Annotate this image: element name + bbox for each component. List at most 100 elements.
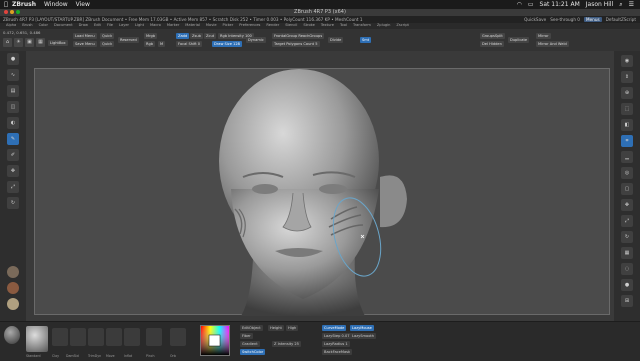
zoom-icon[interactable] [16,10,20,14]
stroke-thumbnail-icon[interactable]: ∿ [7,69,19,81]
floor-icon[interactable]: ▁ [621,151,633,163]
frame-icon[interactable]: ▢ [621,183,633,195]
move-icon[interactable]: ✥ [7,165,19,177]
frontal-group-button[interactable]: FrontalGroup ReachGroups [272,33,325,39]
save-menu-button[interactable]: Save Menu [73,41,97,47]
load-menu-button[interactable]: Load Menu [73,33,97,39]
light-icon[interactable]: ☀ [14,38,23,47]
lazy-radius-slider[interactable]: LazyRadius 1 [322,341,350,347]
default-zscript-button[interactable]: DefaultZScript [606,17,636,22]
apple-icon[interactable]:  [0,1,12,8]
mirror-button[interactable]: Mirror [536,33,551,39]
brush-thumbnail-icon[interactable]: ● [7,53,19,65]
color-palette-icon[interactable] [201,326,229,355]
menu-window[interactable]: Window [44,1,68,8]
bpr-icon[interactable]: ◉ [621,55,633,67]
scale-icon[interactable]: ⤢ [621,215,633,227]
search-icon[interactable]: ⌕ [619,1,622,9]
brush-slot-icon[interactable] [70,328,86,346]
local-icon[interactable]: ◎ [621,167,633,179]
draw-size-slider[interactable]: Draw Size 128 [212,41,242,47]
scroll-icon[interactable]: ⇕ [621,71,633,83]
draw-icon[interactable]: ✐ [7,149,19,161]
edit-object-button[interactable]: EditObject [240,325,263,331]
zcut-button[interactable]: Zcut [204,33,217,39]
back-face-mask-button[interactable]: BackFaceMask [322,349,353,355]
grid-icon[interactable]: ▦ [36,38,45,47]
brush-slot-icon[interactable] [88,328,104,346]
dynamic-button[interactable]: Dynamic [246,37,266,43]
persp-icon[interactable]: ⌗ [621,135,633,147]
rgb-button[interactable]: Rgb [144,41,156,47]
home-icon[interactable]: ⌂ [3,38,12,47]
transp-icon[interactable]: ◌ [621,263,633,275]
mirror-weld-button[interactable]: Mirror And Weld [536,41,569,47]
material-swatch-icon[interactable] [7,298,19,310]
document-canvas[interactable] [34,68,611,316]
brush-slot-icon[interactable] [146,328,162,346]
clock[interactable]: Sat 11:21 AM [540,1,580,8]
aahalf-icon[interactable]: ◧ [621,119,633,131]
quick-button[interactable]: Quick [100,33,115,39]
mrgb-button[interactable]: Mrgb [144,33,158,39]
brush-slot-icon[interactable] [124,328,140,346]
color-picker[interactable] [200,325,230,356]
sculpt-viewport[interactable] [35,69,611,316]
app-menu[interactable]: ZBrush [12,1,36,8]
alpha-thumbnail-icon[interactable]: ▤ [7,85,19,97]
image-icon[interactable]: ▣ [25,38,34,47]
list-icon[interactable]: ☰ [629,1,634,8]
texture-thumbnail-icon[interactable]: ◫ [7,101,19,113]
wifi-icon[interactable]: ◠ [517,1,522,8]
rotate-icon[interactable]: ↻ [7,197,19,209]
brush-preview-icon[interactable] [26,326,48,352]
rotate-icon[interactable]: ↻ [621,231,633,243]
material-swatch-icon[interactable] [7,282,19,294]
divide-button[interactable]: Divide [328,37,344,43]
focal-shift-slider[interactable]: Focal Shift 0 [176,41,203,47]
smt-button[interactable]: Smt [360,37,372,43]
lazy-step-slider[interactable]: LazyStep 0.07 [322,333,352,339]
scale-icon[interactable]: ⤢ [7,181,19,193]
curve-mode-button[interactable]: CurveMode [322,325,347,331]
actual-icon[interactable]: ⬚ [621,103,633,115]
user-name[interactable]: Jason Hill [586,1,613,8]
brush-slot-icon[interactable] [52,328,68,346]
brush-slot-icon[interactable] [170,328,186,346]
groups-split-button[interactable]: GroupsSplit [480,33,505,39]
duplicate-button[interactable]: Duplicate [508,37,530,43]
material-swatch-icon[interactable] [7,266,19,278]
menu-view[interactable]: View [76,1,90,8]
gradient-button[interactable]: Gradient [240,341,260,347]
material-thumbnail-icon[interactable]: ◐ [7,117,19,129]
height-button[interactable]: Height [268,325,284,331]
edit-icon[interactable]: ✎ [7,133,19,145]
polyf-icon[interactable]: ▦ [621,247,633,259]
xpose-icon[interactable]: ⊞ [621,295,633,307]
quick2-button[interactable]: Quick [100,41,115,47]
brush-slot-icon[interactable] [106,328,122,346]
quicksave-button[interactable]: QuickSave [524,17,546,22]
m-button[interactable]: M [158,41,166,47]
zsub-button[interactable]: Zsub [190,33,203,39]
z-intensity-slider[interactable]: Z Intensity 25 [272,341,301,347]
reserved-button[interactable]: Reserved [118,37,139,43]
high-button[interactable]: High [286,325,299,331]
lazy-smooth-slider[interactable]: LazySmooth [350,333,377,339]
battery-icon[interactable]: ▭ [528,1,534,8]
target-polygons-slider[interactable]: Target Polygons Count 5 [272,41,320,47]
switch-color-button[interactable]: SwitchColor [240,349,266,355]
move-icon[interactable]: ✥ [621,199,633,211]
see-through-slider[interactable]: See-through 0 [550,17,580,22]
del-hidden-button[interactable]: Del Hidden [480,41,504,47]
menus-toggle[interactable]: Menus [583,17,602,22]
minimize-icon[interactable] [10,10,14,14]
close-icon[interactable] [4,10,8,14]
lightbox-button[interactable]: LightBox [48,40,68,46]
solo-icon[interactable]: ● [621,279,633,291]
material-preview-icon[interactable] [4,326,20,344]
zoom-icon[interactable]: ⊕ [621,87,633,99]
zadd-button[interactable]: Zadd [176,33,190,39]
fiber-button[interactable]: Fiber [240,333,253,339]
lazy-mouse-button[interactable]: LazyMouse [350,325,374,331]
